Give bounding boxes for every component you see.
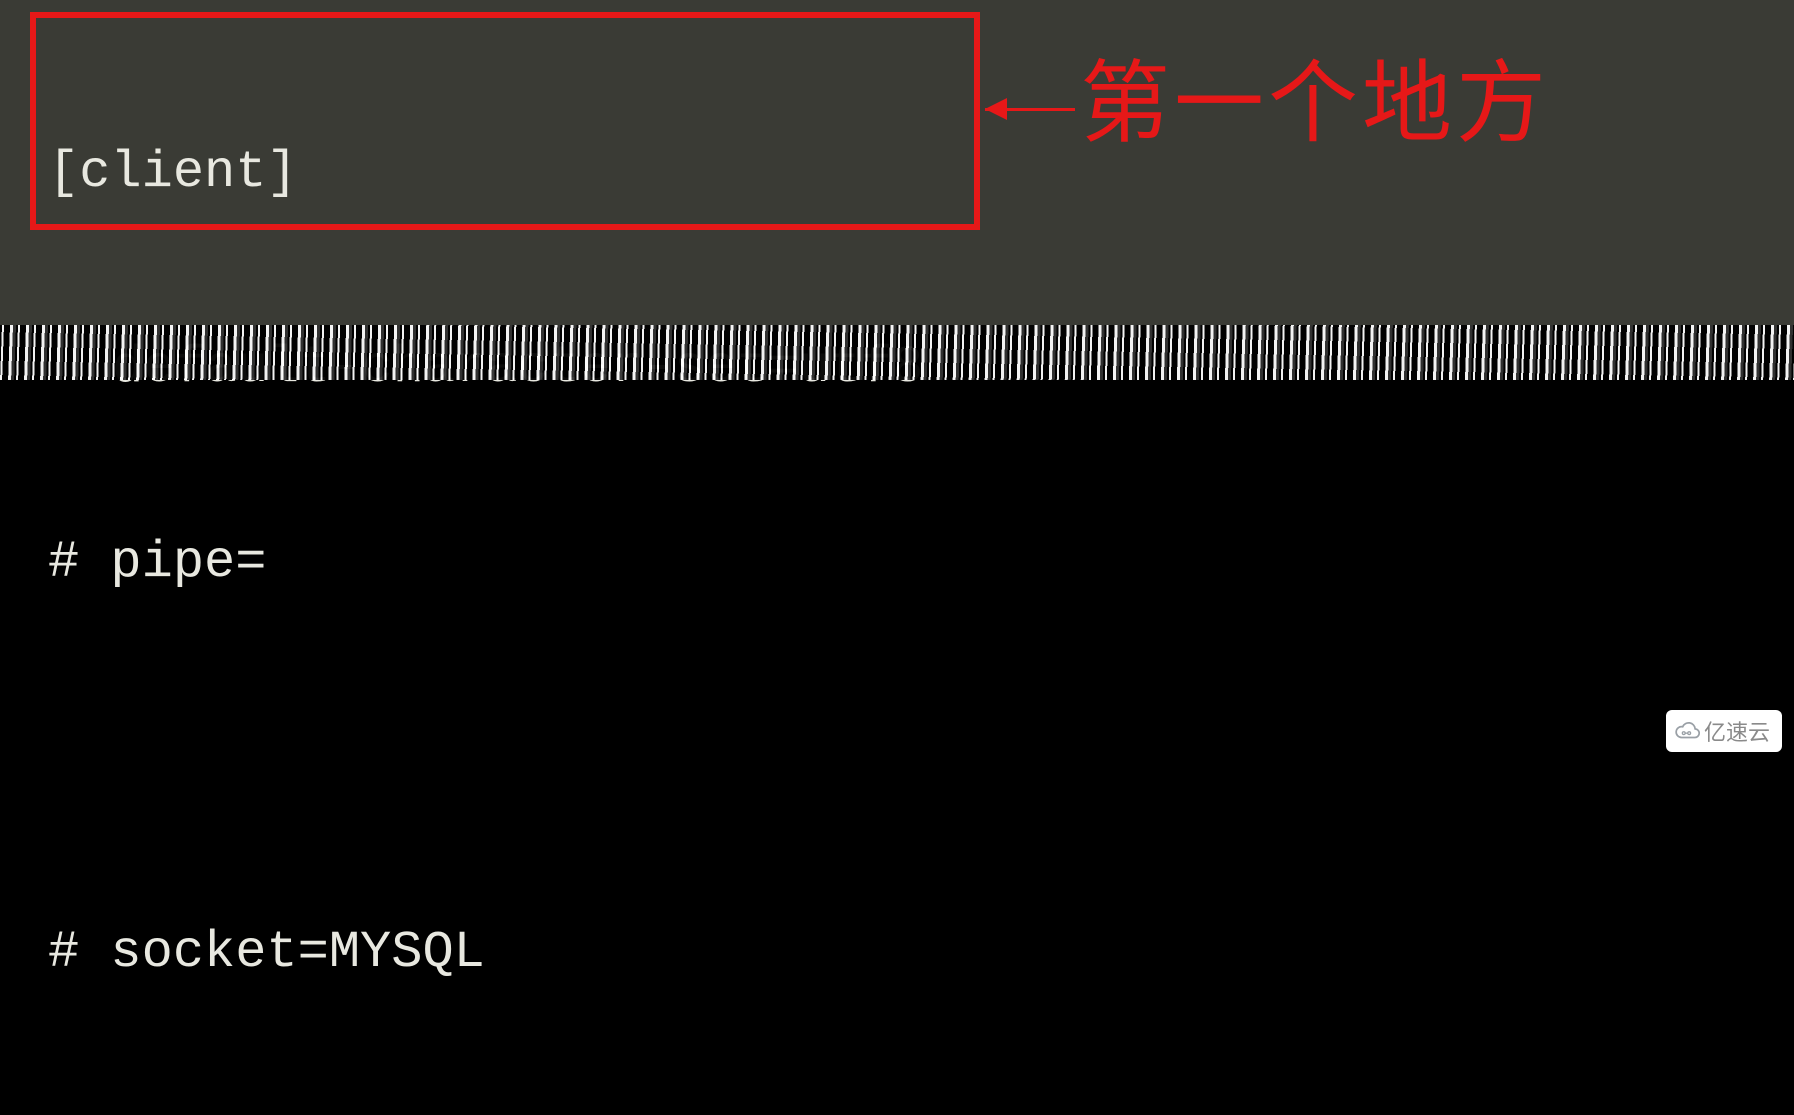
code-line[interactable]	[48, 725, 1794, 790]
watermark-badge: 亿速云	[1666, 710, 1782, 752]
cloud-icon	[1674, 718, 1700, 744]
code-content[interactable]: [client] default-character-set=utf8 # pi…	[0, 10, 1794, 1115]
code-line[interactable]: [client]	[48, 140, 1794, 205]
watermark-text: 亿速云	[1704, 715, 1770, 747]
code-editor-panel[interactable]: [client] default-character-set=utf8 # pi…	[0, 0, 1794, 330]
line-number-gutter	[0, 0, 30, 330]
compression-artifact-band	[0, 325, 1794, 380]
code-line[interactable]: # socket=MYSQL	[48, 920, 1794, 985]
code-line[interactable]: # pipe=	[48, 530, 1794, 595]
